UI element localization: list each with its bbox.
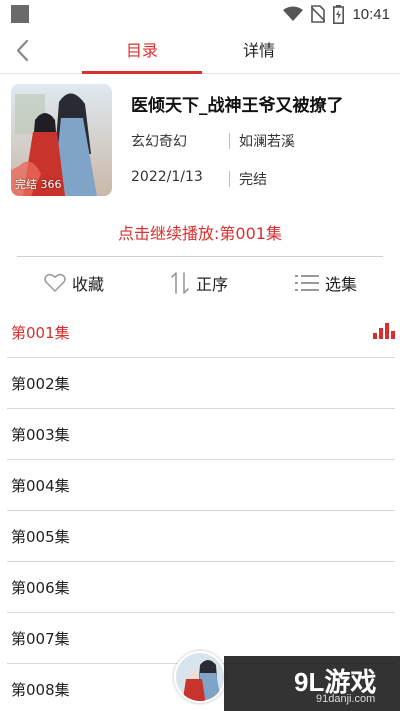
book-date: 2022/1/13 bbox=[131, 169, 203, 185]
tab-catalog[interactable]: 目录 bbox=[82, 28, 202, 74]
episode-label: 第008集 bbox=[11, 681, 70, 699]
episode-item[interactable]: 第002集 bbox=[7, 358, 395, 409]
status-icons: 10:41 bbox=[283, 3, 390, 25]
divider bbox=[17, 256, 383, 257]
continue-play-button[interactable]: 点击继续播放:第001集 bbox=[0, 220, 400, 244]
active-tab-indicator bbox=[82, 71, 202, 74]
sort-order-label: 正序 bbox=[196, 275, 229, 294]
chevron-left-icon bbox=[16, 39, 29, 62]
episode-label: 第005集 bbox=[11, 528, 70, 546]
watermark-url: 91danji.com bbox=[316, 693, 376, 705]
episode-item[interactable]: 第004集 bbox=[7, 460, 395, 511]
episode-label: 第006集 bbox=[11, 579, 70, 597]
book-author: 如澜若溪 bbox=[239, 134, 295, 150]
episode-item[interactable]: 第003集 bbox=[7, 409, 395, 460]
select-episode-label: 选集 bbox=[325, 275, 358, 294]
status-bar: 10:41 bbox=[0, 0, 400, 28]
watermark-logo: 9L游戏 91danji.com bbox=[224, 656, 400, 711]
status-time: 10:41 bbox=[352, 5, 390, 23]
episode-label: 第002集 bbox=[11, 375, 70, 393]
episode-label: 第001集 bbox=[11, 324, 70, 342]
back-button[interactable] bbox=[8, 36, 38, 66]
episode-label: 第003集 bbox=[11, 426, 70, 444]
list-icon bbox=[295, 275, 319, 291]
episode-item[interactable]: 第006集 bbox=[7, 562, 395, 613]
select-episode-button[interactable]: 选集 bbox=[295, 268, 357, 298]
sort-icon bbox=[171, 272, 189, 294]
battery-icon bbox=[333, 4, 345, 24]
meta-divider bbox=[229, 133, 230, 149]
favorite-button[interactable]: 收藏 bbox=[44, 268, 104, 298]
wifi-icon bbox=[283, 6, 304, 21]
episode-label: 第007集 bbox=[11, 630, 70, 648]
heart-icon bbox=[44, 273, 66, 292]
book-genre: 玄幻奇幻 bbox=[131, 134, 187, 150]
top-nav: 目录 详情 bbox=[0, 28, 400, 74]
episode-label: 第004集 bbox=[11, 477, 70, 495]
episode-item[interactable]: 第005集 bbox=[7, 511, 395, 562]
playing-indicator-icon bbox=[373, 323, 395, 339]
favorite-label: 收藏 bbox=[72, 275, 105, 294]
notification-icon bbox=[11, 5, 29, 23]
tab-detail[interactable]: 详情 bbox=[200, 28, 318, 74]
book-title: 医倾天下_战神王爷又被撩了 bbox=[131, 96, 344, 116]
episode-item[interactable]: 第001集 bbox=[7, 307, 395, 358]
no-sim-icon bbox=[311, 5, 326, 23]
book-cover[interactable]: 完结 366 bbox=[11, 84, 112, 196]
cover-caption: 完结 366 bbox=[15, 178, 62, 191]
book-status: 完结 bbox=[239, 172, 267, 188]
meta-divider bbox=[229, 171, 230, 187]
mini-player-thumbnail[interactable] bbox=[174, 651, 226, 703]
sort-order-button[interactable]: 正序 bbox=[170, 268, 228, 298]
